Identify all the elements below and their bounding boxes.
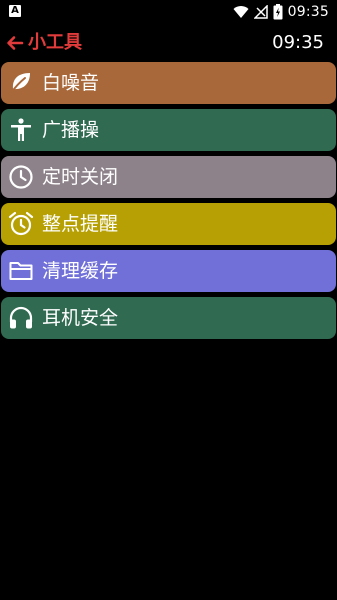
menu-item-clear-cache[interactable]: 清理缓存 — [1, 250, 336, 292]
status-time: 09:35 — [287, 4, 329, 20]
alarm-icon — [8, 211, 34, 236]
menu-item-label: 耳机安全 — [42, 307, 119, 329]
status-bar: 09:35 — [0, 0, 337, 24]
battery-charging-icon — [273, 4, 283, 20]
menu-item-label: 整点提醒 — [42, 213, 119, 235]
page-title: 小工具 — [28, 32, 82, 53]
app-notification-icon — [9, 5, 21, 17]
leaf-icon — [10, 73, 30, 94]
back-arrow-icon[interactable] — [6, 34, 24, 52]
status-icons: 09:35 — [233, 3, 329, 21]
menu-item-headphone-safety[interactable]: 耳机安全 — [1, 297, 336, 339]
menu-item-label: 清理缓存 — [42, 260, 119, 282]
clock-display: 09:35 — [272, 32, 324, 53]
folder-icon — [9, 262, 33, 280]
menu-item-label: 定时关闭 — [42, 166, 119, 188]
menu-item-white-noise[interactable]: 白噪音 — [1, 62, 336, 104]
app-bar: 小工具 09:35 — [0, 28, 337, 58]
clock-icon — [9, 165, 33, 189]
wifi-icon — [233, 6, 249, 19]
no-signal-icon — [253, 5, 268, 19]
menu-item-hourly-reminder[interactable]: 整点提醒 — [1, 203, 336, 245]
headphones-icon — [9, 306, 33, 329]
menu-item-timed-shutdown[interactable]: 定时关闭 — [1, 156, 336, 198]
menu-item-label: 白噪音 — [42, 72, 100, 94]
menu-item-broadcast-exercise[interactable]: 广播操 — [1, 109, 336, 151]
menu-item-label: 广播操 — [42, 119, 100, 141]
person-icon — [11, 118, 31, 141]
